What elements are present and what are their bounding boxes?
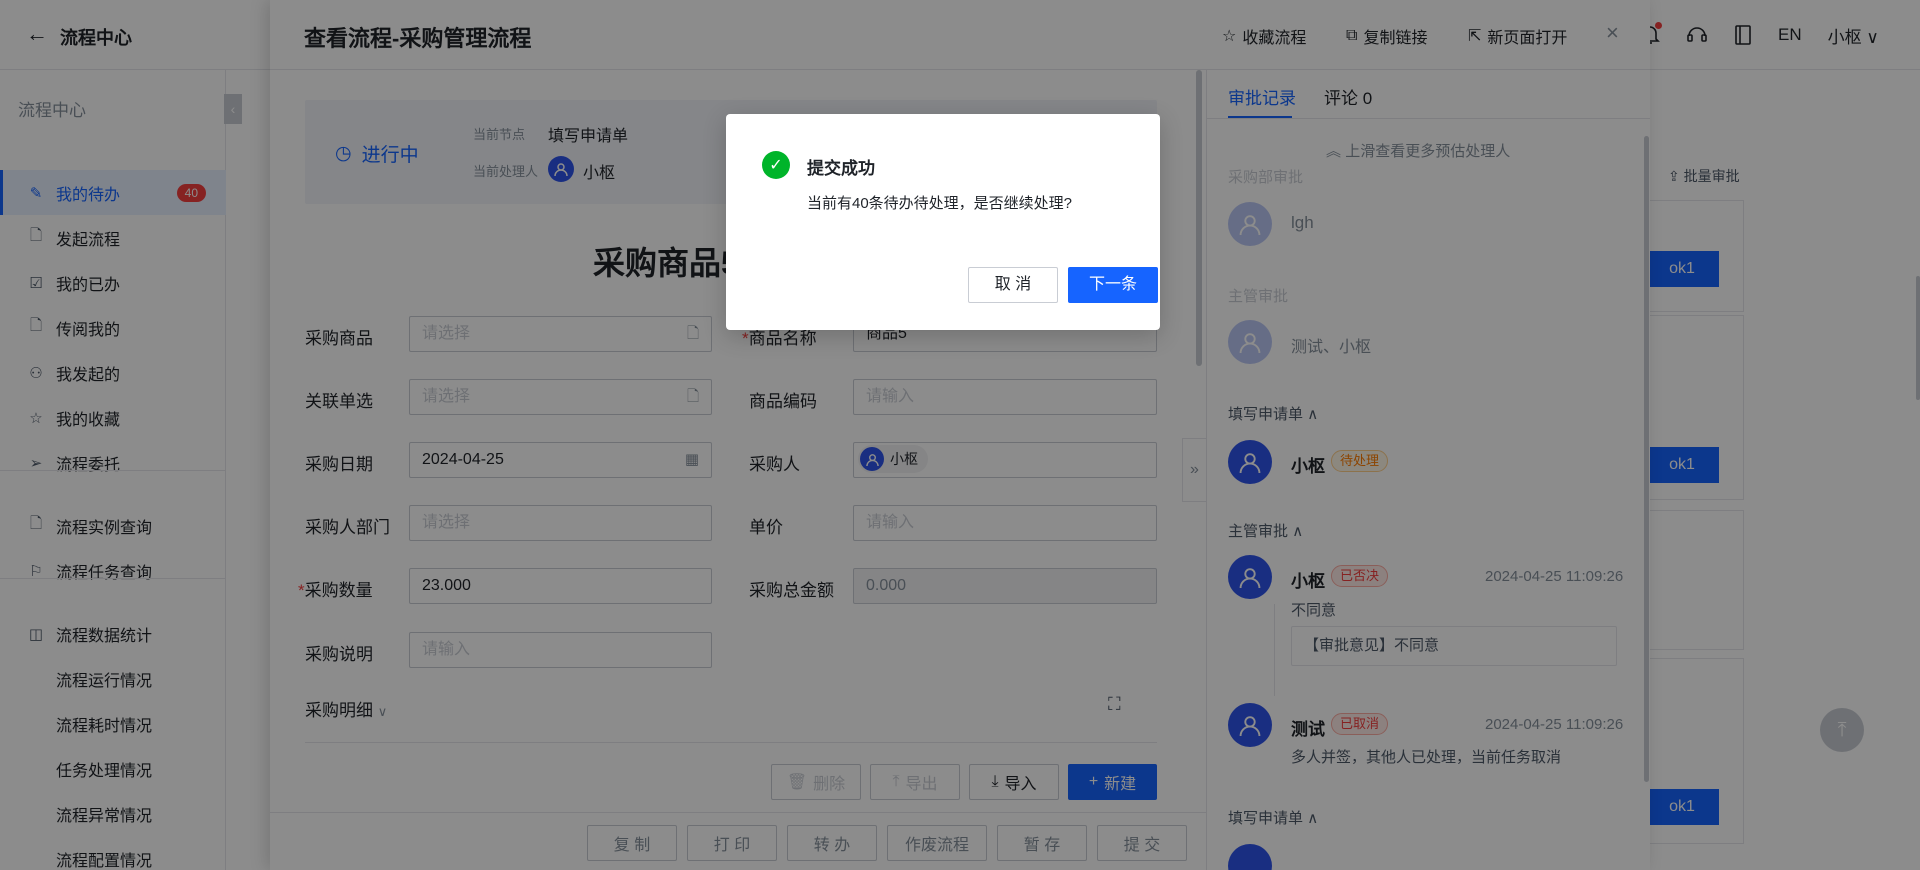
dialog-title: 提交成功 bbox=[807, 159, 875, 178]
check-circle-icon: ✓ bbox=[762, 151, 790, 179]
next-button[interactable]: 下一条 bbox=[1068, 267, 1158, 303]
cancel-button[interactable]: 取 消 bbox=[968, 267, 1058, 303]
submit-success-dialog: ✓ 提交成功 当前有40条待办待处理，是否继续处理? 取 消 下一条 bbox=[726, 114, 1160, 330]
dialog-message: 当前有40条待办待处理，是否继续处理? bbox=[807, 195, 1073, 212]
